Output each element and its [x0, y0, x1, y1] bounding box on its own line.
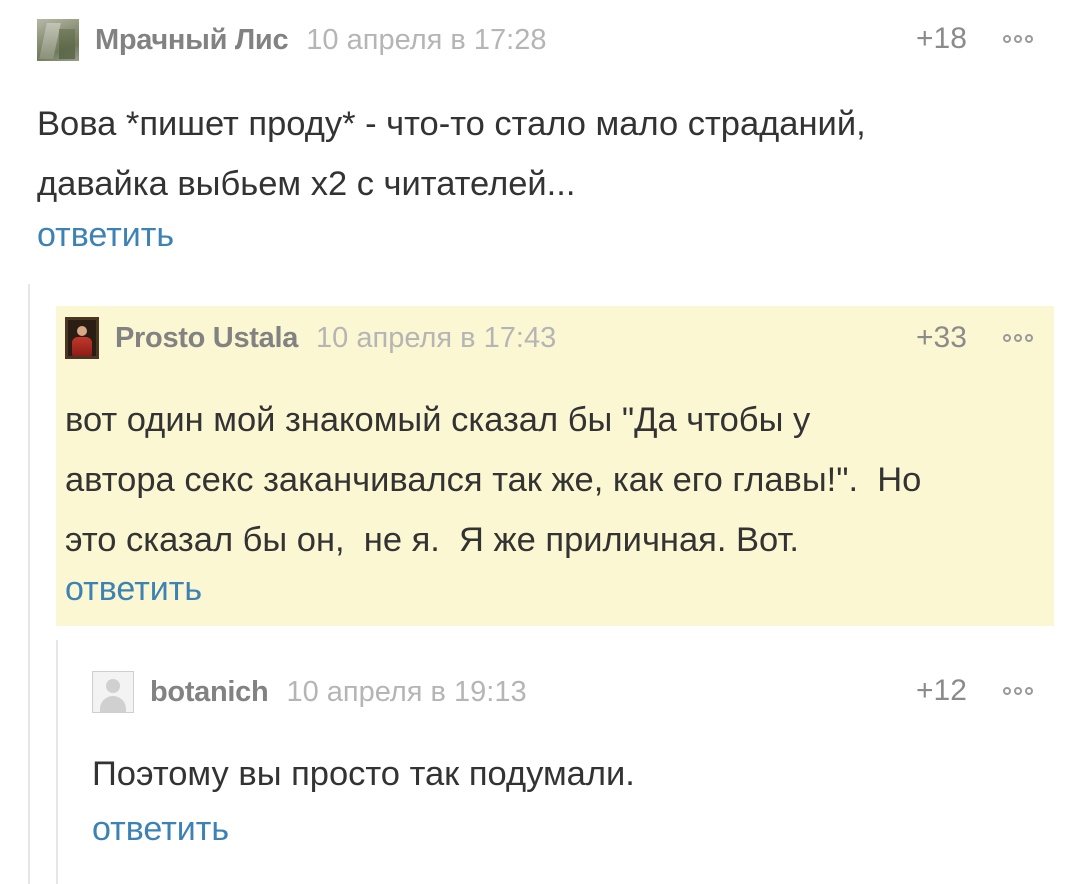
- comment-text: Поэтому вы просто так подумали.: [92, 744, 635, 804]
- comment-text-line: вот один мой знакомый сказал бы "Да чтоб…: [65, 401, 811, 439]
- avatar[interactable]: [65, 317, 99, 359]
- more-options-icon[interactable]: [1003, 687, 1033, 695]
- comment-date[interactable]: 10 апреля в 17:28: [306, 24, 546, 57]
- comment: Мрачный Лис 10 апреля в 17:28 +18 Вова *…: [0, 0, 1080, 270]
- comment-author[interactable]: botanich: [150, 676, 269, 709]
- comment-text-line: Поэтому вы просто так подумали.: [92, 755, 635, 793]
- comment-date[interactable]: 10 апреля в 17:43: [316, 322, 556, 355]
- reply-link[interactable]: ответить: [65, 570, 202, 609]
- comment-text-line: давайка выбьем х2 с читателей...: [37, 165, 576, 203]
- comment-header: Prosto Ustala 10 апреля в 17:43: [65, 316, 556, 360]
- more-options-icon[interactable]: [1003, 334, 1033, 342]
- comment-text-line: Вова *пишет проду* - что-то стало мало с…: [37, 105, 866, 143]
- thread-line: [28, 284, 30, 884]
- avatar[interactable]: [92, 671, 134, 713]
- comment-highlighted: Prosto Ustala 10 апреля в 17:43 +33 вот …: [56, 306, 1054, 626]
- comment-text: Вова *пишет проду* - что-то стало мало с…: [37, 94, 866, 214]
- comment-score: +12: [916, 674, 967, 707]
- comment-author[interactable]: Мрачный Лис: [95, 24, 289, 57]
- comment: botanich 10 апреля в 19:13 +12 Поэтому в…: [56, 640, 1080, 884]
- comment-text: вот один мой знакомый сказал бы "Да чтоб…: [65, 390, 921, 570]
- comment-score: +18: [916, 22, 967, 55]
- more-options-icon[interactable]: [1003, 35, 1033, 43]
- comment-text-line: это сказал бы он, не я. Я же приличная. …: [65, 521, 800, 559]
- comment-score: +33: [916, 321, 967, 354]
- comment-header: botanich 10 апреля в 19:13: [92, 670, 527, 714]
- reply-link[interactable]: ответить: [92, 810, 229, 849]
- avatar[interactable]: [37, 19, 79, 61]
- comment-header: Мрачный Лис 10 апреля в 17:28: [37, 18, 546, 62]
- reply-link[interactable]: ответить: [37, 216, 174, 255]
- comment-text-line: автора секс заканчивался так же, как его…: [65, 461, 922, 499]
- comment-date[interactable]: 10 апреля в 19:13: [286, 676, 526, 709]
- comment-author[interactable]: Prosto Ustala: [115, 322, 298, 355]
